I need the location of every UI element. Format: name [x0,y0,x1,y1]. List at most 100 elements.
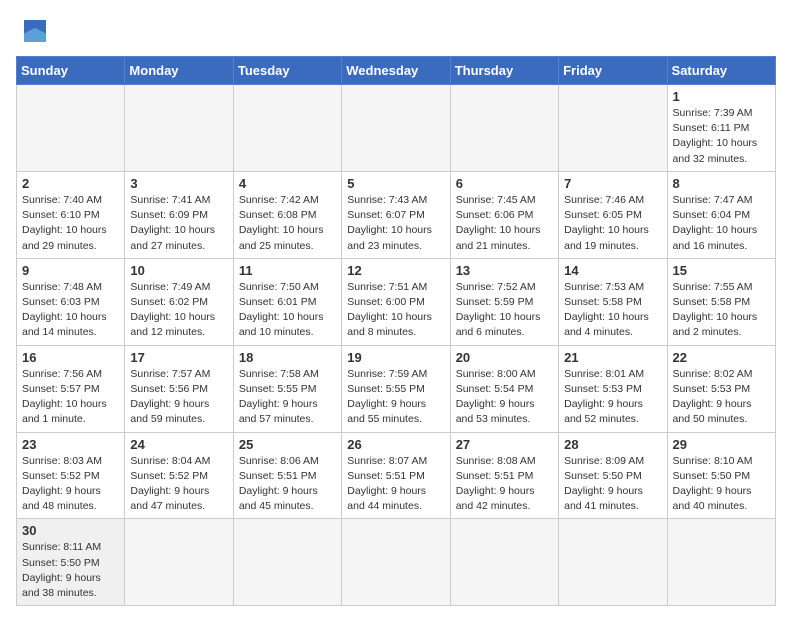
calendar-day-cell [450,519,558,606]
day-info: Sunrise: 7:55 AM Sunset: 5:58 PM Dayligh… [673,280,770,341]
day-info: Sunrise: 7:42 AM Sunset: 6:08 PM Dayligh… [239,193,336,254]
day-number: 24 [130,437,227,452]
day-of-week-header: Tuesday [233,57,341,85]
calendar-day-cell: 25 Sunrise: 8:06 AM Sunset: 5:51 PM Dayli… [233,432,341,519]
day-number: 19 [347,350,444,365]
calendar-week-row: 2Sunrise: 7:40 AM Sunset: 6:10 PM Daylig… [17,171,776,258]
calendar-day-cell: 2Sunrise: 7:40 AM Sunset: 6:10 PM Daylig… [17,171,125,258]
day-info: Sunrise: 7:39 AM Sunset: 6:11 PM Dayligh… [673,106,770,167]
day-info: Sunrise: 8:06 AM Sunset: 5:51 PM Dayligh… [239,454,336,515]
calendar-day-cell: 26 Sunrise: 8:07 AM Sunset: 5:51 PM Dayli… [342,432,450,519]
calendar-day-cell [667,519,775,606]
day-number: 30 [22,523,119,538]
day-number: 18 [239,350,336,365]
day-info: Sunrise: 7:45 AM Sunset: 6:06 PM Dayligh… [456,193,553,254]
calendar-week-row: 30 Sunrise: 8:11 AM Sunset: 5:50 PM Dayli… [17,519,776,606]
day-info: Sunrise: 7:53 AM Sunset: 5:58 PM Dayligh… [564,280,661,341]
calendar-day-cell: 4Sunrise: 7:42 AM Sunset: 6:08 PM Daylig… [233,171,341,258]
day-info: Sunrise: 8:03 AM Sunset: 5:52 PM Dayligh… [22,454,119,515]
calendar-day-cell: 14Sunrise: 7:53 AM Sunset: 5:58 PM Dayli… [559,258,667,345]
calendar-day-cell: 1 Sunrise: 7:39 AM Sunset: 6:11 PM Daylig… [667,85,775,172]
calendar-day-cell: 6 Sunrise: 7:45 AM Sunset: 6:06 PM Daylig… [450,171,558,258]
calendar-day-cell: 22Sunrise: 8:02 AM Sunset: 5:53 PM Dayli… [667,345,775,432]
day-info: Sunrise: 8:11 AM Sunset: 5:50 PM Dayligh… [22,540,119,601]
calendar-day-cell [342,519,450,606]
calendar-week-row: 23 Sunrise: 8:03 AM Sunset: 5:52 PM Dayli… [17,432,776,519]
calendar-day-cell: 15 Sunrise: 7:55 AM Sunset: 5:58 PM Dayli… [667,258,775,345]
day-number: 23 [22,437,119,452]
day-info: Sunrise: 7:57 AM Sunset: 5:56 PM Dayligh… [130,367,227,428]
calendar-day-cell: 29 Sunrise: 8:10 AM Sunset: 5:50 PM Dayli… [667,432,775,519]
logo [16,16,56,46]
calendar-day-cell: 5Sunrise: 7:43 AM Sunset: 6:07 PM Daylig… [342,171,450,258]
calendar-day-cell [125,85,233,172]
calendar-week-row: 16 Sunrise: 7:56 AM Sunset: 5:57 PM Dayli… [17,345,776,432]
day-info: Sunrise: 7:56 AM Sunset: 5:57 PM Dayligh… [22,367,119,428]
calendar-day-cell: 16 Sunrise: 7:56 AM Sunset: 5:57 PM Dayli… [17,345,125,432]
calendar-day-cell: 18 Sunrise: 7:58 AM Sunset: 5:55 PM Dayli… [233,345,341,432]
day-info: Sunrise: 8:01 AM Sunset: 5:53 PM Dayligh… [564,367,661,428]
calendar-day-cell: 24 Sunrise: 8:04 AM Sunset: 5:52 PM Dayli… [125,432,233,519]
calendar-day-cell: 13Sunrise: 7:52 AM Sunset: 5:59 PM Dayli… [450,258,558,345]
header [16,16,776,46]
calendar-day-cell: 20 Sunrise: 8:00 AM Sunset: 5:54 PM Dayli… [450,345,558,432]
day-info: Sunrise: 7:47 AM Sunset: 6:04 PM Dayligh… [673,193,770,254]
day-number: 5 [347,176,444,191]
calendar-day-cell [233,519,341,606]
day-number: 16 [22,350,119,365]
calendar-day-cell: 27 Sunrise: 8:08 AM Sunset: 5:51 PM Dayli… [450,432,558,519]
day-info: Sunrise: 8:10 AM Sunset: 5:50 PM Dayligh… [673,454,770,515]
day-info: Sunrise: 7:50 AM Sunset: 6:01 PM Dayligh… [239,280,336,341]
day-number: 13 [456,263,553,278]
calendar-day-cell [559,519,667,606]
logo-icon [16,16,52,46]
day-info: Sunrise: 7:46 AM Sunset: 6:05 PM Dayligh… [564,193,661,254]
day-info: Sunrise: 8:04 AM Sunset: 5:52 PM Dayligh… [130,454,227,515]
day-info: Sunrise: 7:58 AM Sunset: 5:55 PM Dayligh… [239,367,336,428]
calendar-day-cell: 30 Sunrise: 8:11 AM Sunset: 5:50 PM Dayli… [17,519,125,606]
day-info: Sunrise: 8:09 AM Sunset: 5:50 PM Dayligh… [564,454,661,515]
day-info: Sunrise: 8:08 AM Sunset: 5:51 PM Dayligh… [456,454,553,515]
day-number: 11 [239,263,336,278]
calendar-day-cell [17,85,125,172]
day-info: Sunrise: 8:07 AM Sunset: 5:51 PM Dayligh… [347,454,444,515]
day-number: 17 [130,350,227,365]
calendar-day-cell: 3 Sunrise: 7:41 AM Sunset: 6:09 PM Daylig… [125,171,233,258]
day-number: 12 [347,263,444,278]
calendar-day-cell [450,85,558,172]
calendar-day-cell [342,85,450,172]
day-info: Sunrise: 8:02 AM Sunset: 5:53 PM Dayligh… [673,367,770,428]
calendar-day-cell: 10 Sunrise: 7:49 AM Sunset: 6:02 PM Dayli… [125,258,233,345]
calendar-day-cell [559,85,667,172]
calendar-day-cell: 8 Sunrise: 7:47 AM Sunset: 6:04 PM Daylig… [667,171,775,258]
calendar-header-row: SundayMondayTuesdayWednesdayThursdayFrid… [17,57,776,85]
day-number: 1 [673,89,770,104]
day-number: 6 [456,176,553,191]
calendar-day-cell: 7Sunrise: 7:46 AM Sunset: 6:05 PM Daylig… [559,171,667,258]
day-number: 21 [564,350,661,365]
day-info: Sunrise: 7:48 AM Sunset: 6:03 PM Dayligh… [22,280,119,341]
day-number: 15 [673,263,770,278]
day-number: 20 [456,350,553,365]
day-number: 9 [22,263,119,278]
day-number: 10 [130,263,227,278]
day-number: 3 [130,176,227,191]
day-info: Sunrise: 7:41 AM Sunset: 6:09 PM Dayligh… [130,193,227,254]
day-info: Sunrise: 7:59 AM Sunset: 5:55 PM Dayligh… [347,367,444,428]
day-info: Sunrise: 7:40 AM Sunset: 6:10 PM Dayligh… [22,193,119,254]
day-info: Sunrise: 7:49 AM Sunset: 6:02 PM Dayligh… [130,280,227,341]
calendar-day-cell [125,519,233,606]
calendar-day-cell: 9 Sunrise: 7:48 AM Sunset: 6:03 PM Daylig… [17,258,125,345]
day-number: 8 [673,176,770,191]
day-info: Sunrise: 8:00 AM Sunset: 5:54 PM Dayligh… [456,367,553,428]
day-number: 29 [673,437,770,452]
calendar-day-cell: 21 Sunrise: 8:01 AM Sunset: 5:53 PM Dayli… [559,345,667,432]
day-number: 26 [347,437,444,452]
day-number: 27 [456,437,553,452]
calendar-day-cell: 12Sunrise: 7:51 AM Sunset: 6:00 PM Dayli… [342,258,450,345]
day-of-week-header: Friday [559,57,667,85]
day-number: 25 [239,437,336,452]
calendar-day-cell: 23 Sunrise: 8:03 AM Sunset: 5:52 PM Dayli… [17,432,125,519]
calendar-week-row: 1 Sunrise: 7:39 AM Sunset: 6:11 PM Daylig… [17,85,776,172]
day-of-week-header: Saturday [667,57,775,85]
